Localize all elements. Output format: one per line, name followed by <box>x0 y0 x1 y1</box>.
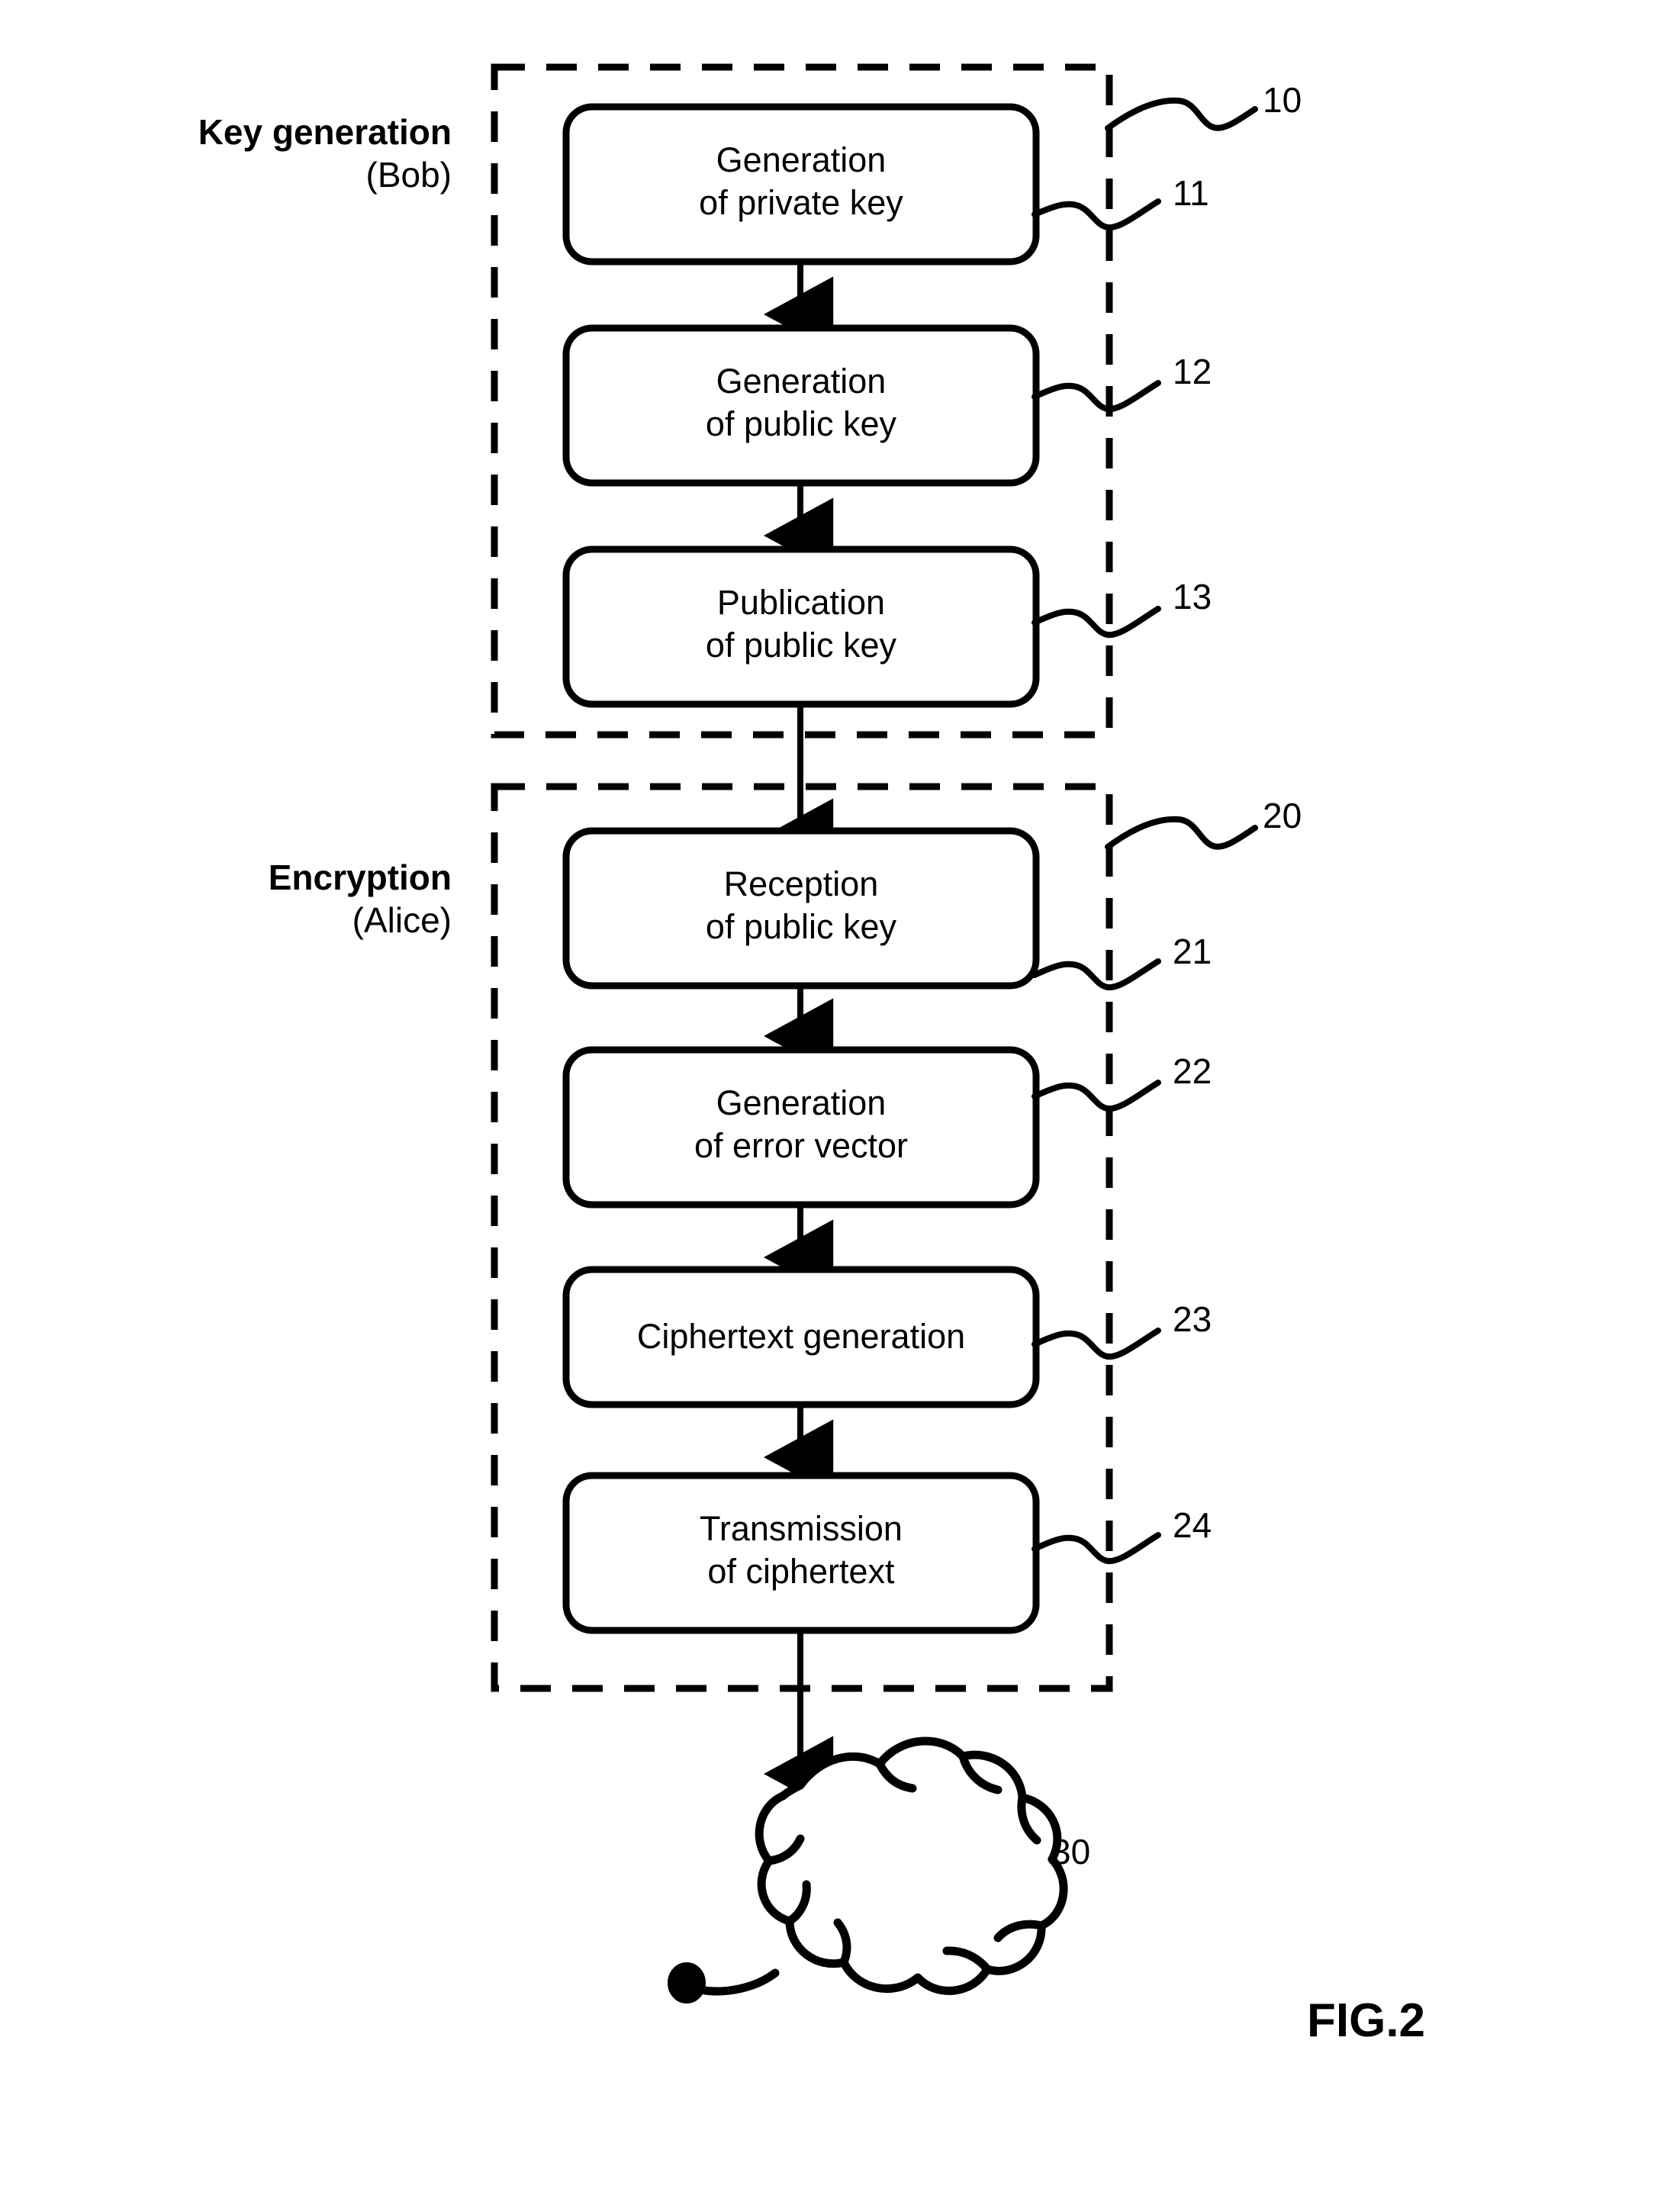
reference-numeral-21: 21 <box>1173 932 1212 971</box>
reference-numeral-23: 23 <box>1173 1299 1212 1339</box>
label-line-1: Ciphertext generation <box>636 1317 966 1356</box>
leader-line-21 <box>1031 958 1161 991</box>
leader-line-13 <box>1031 606 1161 639</box>
cloud-ink-blob <box>668 1962 706 2004</box>
reference-numeral-13: 13 <box>1173 577 1212 616</box>
label-reception-public-key: Reception of public key <box>566 863 1036 948</box>
label-generation-error-vector: Generation of error vector <box>566 1082 1036 1167</box>
label-line-2: of error vector <box>694 1125 909 1165</box>
group-label-key-generation: Key generation (Bob) <box>198 111 452 196</box>
label-line-1: Reception <box>723 864 879 903</box>
reference-numeral-24: 24 <box>1173 1505 1212 1545</box>
group-actor-encryption: (Alice) <box>352 900 452 941</box>
label-line-1: Generation <box>716 362 887 401</box>
group-actor-key-generation: (Bob) <box>365 155 452 195</box>
label-generation-private-key: Generation of private key <box>566 139 1036 224</box>
reference-numeral-22: 22 <box>1173 1051 1212 1091</box>
patent-figure: Key generation (Bob) Encryption (Alice) … <box>0 0 1680 2195</box>
label-line-1: Generation <box>716 140 887 179</box>
reference-numeral-12: 12 <box>1173 352 1212 391</box>
leader-line-12 <box>1031 380 1161 413</box>
label-line-2: of public key <box>705 404 897 443</box>
reference-numeral-30: 30 <box>1051 1832 1091 1872</box>
group-label-encryption: Encryption (Alice) <box>269 856 452 941</box>
label-transmission-ciphertext: Transmission of ciphertext <box>566 1508 1036 1593</box>
figure-caption: FIG.2 <box>1307 1994 1426 2047</box>
label-publication-public-key: Publication of public key <box>566 581 1036 667</box>
label-line-1: Transmission <box>700 1509 903 1548</box>
leader-line-11 <box>1031 198 1161 231</box>
reference-numeral-20: 20 <box>1263 796 1302 835</box>
label-line-2: of public key <box>705 625 897 665</box>
group-title-encryption: Encryption <box>268 858 452 897</box>
leader-line-20 <box>1105 816 1258 850</box>
network-cloud[interactable] <box>668 1736 1068 2004</box>
leader-line-22 <box>1031 1080 1161 1112</box>
label-line-1: Publication <box>716 583 886 622</box>
label-line-2: of public key <box>705 906 897 946</box>
label-line-2: of private key <box>699 182 903 222</box>
label-line-1: Generation <box>716 1083 887 1122</box>
group-title-key-generation: Key generation <box>198 112 452 152</box>
leader-line-23 <box>1031 1328 1161 1360</box>
label-ciphertext-generation: Ciphertext generation <box>566 1315 1036 1358</box>
leader-line-24 <box>1031 1532 1161 1565</box>
label-generation-public-key: Generation of public key <box>566 360 1036 446</box>
reference-numeral-10: 10 <box>1263 80 1302 120</box>
label-line-2: of ciphertext <box>707 1551 895 1591</box>
leader-line-10 <box>1105 97 1258 131</box>
cloud-outline <box>755 1736 1068 1995</box>
reference-numeral-11: 11 <box>1173 173 1209 213</box>
cloud-blob-tail <box>696 1968 780 1996</box>
